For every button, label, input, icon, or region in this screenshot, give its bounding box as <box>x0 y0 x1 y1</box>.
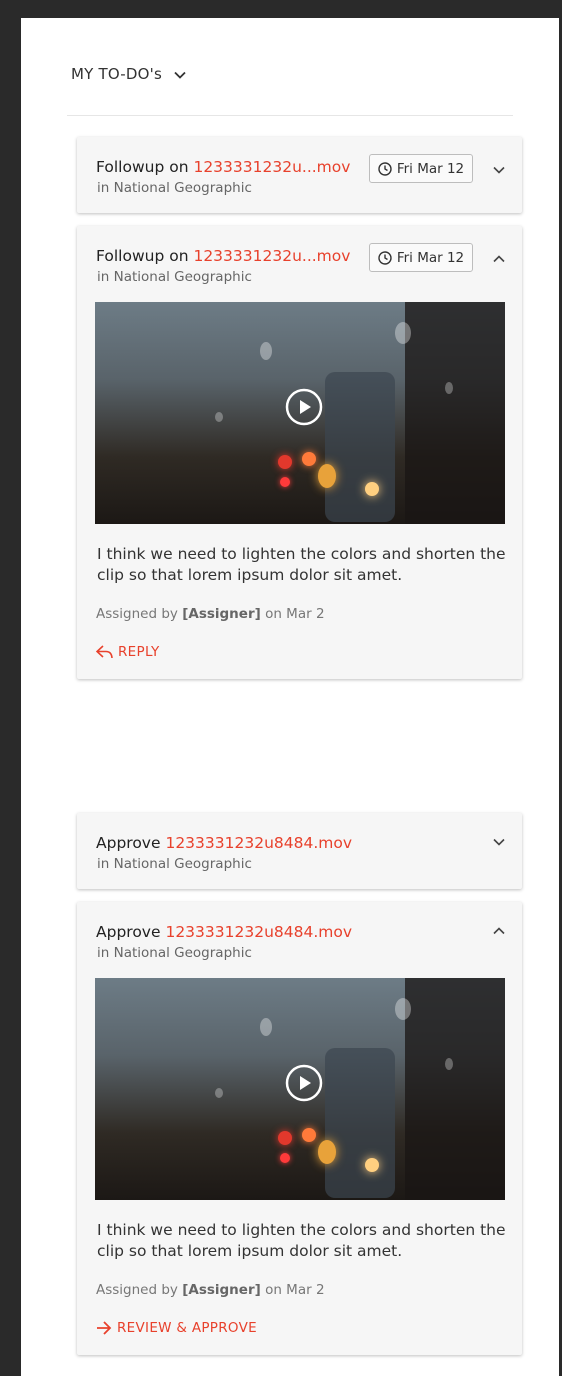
project-name: in National Geographic <box>97 856 252 872</box>
review-approve-label: REVIEW & APPROVE <box>117 1320 257 1336</box>
task-type: Followup on <box>96 158 189 176</box>
video-thumbnail[interactable] <box>95 978 505 1200</box>
bokeh-light <box>365 482 379 496</box>
project-name: in National Geographic <box>97 269 252 285</box>
expand-toggle[interactable] <box>490 833 508 851</box>
project-name: in National Geographic <box>97 180 252 196</box>
task-type: Approve <box>96 834 161 852</box>
due-date-label: Fri Mar 12 <box>396 249 465 266</box>
bokeh-light <box>365 1158 379 1172</box>
bokeh-light <box>280 1153 290 1163</box>
bokeh-light <box>318 464 336 488</box>
play-icon[interactable] <box>285 1064 323 1102</box>
review-approve-button[interactable]: REVIEW & APPROVE <box>96 1320 257 1336</box>
raindrop <box>445 382 453 394</box>
todo-card[interactable]: Followup on 1233331232u...mov in Nationa… <box>77 137 522 213</box>
todo-card-expanded[interactable]: Approve 1233331232u8484.mov in National … <box>77 902 522 1355</box>
raindrop <box>395 998 411 1020</box>
reply-icon <box>96 645 113 659</box>
comment-text: I think we need to lighten the colors an… <box>97 1221 506 1260</box>
collapse-toggle[interactable] <box>490 250 508 268</box>
chevron-up-icon <box>493 255 505 263</box>
bokeh-shadow <box>405 978 505 1200</box>
todo-card[interactable]: Approve 1233331232u8484.mov in National … <box>77 813 522 889</box>
raindrop <box>445 1058 453 1070</box>
assigner-name: [Assigner] <box>182 606 261 622</box>
todo-panel: MY TO-DO's Followup on 1233331232u...mov… <box>21 18 559 1376</box>
chevron-down-icon <box>493 166 505 174</box>
play-icon[interactable] <box>285 388 323 426</box>
file-link[interactable]: 1233331232u8484.mov <box>165 834 352 852</box>
clock-icon <box>378 161 392 176</box>
file-link[interactable]: 1233331232u...mov <box>193 247 350 265</box>
bokeh-light <box>278 455 292 469</box>
card-title: Followup on 1233331232u...mov <box>96 158 350 176</box>
bokeh-light <box>302 1128 316 1142</box>
assigned-prefix: Assigned by <box>96 606 178 622</box>
project-name: in National Geographic <box>97 945 252 961</box>
raindrop <box>260 1018 272 1036</box>
assigned-line: Assigned by [Assigner] on Mar 2 <box>96 1282 325 1298</box>
chevron-down-icon[interactable] <box>174 65 186 83</box>
raindrop <box>215 412 223 422</box>
chevron-down-icon <box>493 838 505 846</box>
todo-card-expanded[interactable]: Followup on 1233331232u...mov in Nationa… <box>77 226 522 679</box>
raindrop <box>215 1088 223 1098</box>
due-date-button[interactable]: Fri Mar 12 <box>369 243 473 272</box>
page-title: MY TO-DO's <box>71 65 162 83</box>
file-link[interactable]: 1233331232u...mov <box>193 158 350 176</box>
raindrop <box>260 342 272 360</box>
task-type: Approve <box>96 923 161 941</box>
header-divider <box>67 115 513 116</box>
bokeh-building <box>325 1048 395 1198</box>
due-date-button[interactable]: Fri Mar 12 <box>369 154 473 183</box>
assigned-date: on Mar 2 <box>265 606 325 622</box>
todos-header[interactable]: MY TO-DO's <box>71 65 186 83</box>
assigner-name: [Assigner] <box>182 1282 261 1298</box>
task-type: Followup on <box>96 247 189 265</box>
bokeh-light <box>278 1131 292 1145</box>
bokeh-light <box>280 477 290 487</box>
collapse-toggle[interactable] <box>490 922 508 940</box>
bokeh-light <box>318 1140 336 1164</box>
clock-icon <box>378 250 392 265</box>
reply-label: REPLY <box>118 644 160 660</box>
bokeh-shadow <box>405 302 505 524</box>
video-thumbnail[interactable] <box>95 302 505 524</box>
card-title: Followup on 1233331232u...mov <box>96 247 350 265</box>
assigned-prefix: Assigned by <box>96 1282 178 1298</box>
due-date-label: Fri Mar 12 <box>396 160 465 177</box>
raindrop <box>395 322 411 344</box>
arrow-right-icon <box>97 1321 112 1335</box>
assigned-line: Assigned by [Assigner] on Mar 2 <box>96 606 325 622</box>
comment-text: I think we need to lighten the colors an… <box>97 545 506 584</box>
assigned-date: on Mar 2 <box>265 1282 325 1298</box>
file-link[interactable]: 1233331232u8484.mov <box>165 923 352 941</box>
expand-toggle[interactable] <box>490 161 508 179</box>
reply-button[interactable]: REPLY <box>96 644 160 660</box>
card-title: Approve 1233331232u8484.mov <box>96 923 352 941</box>
card-title: Approve 1233331232u8484.mov <box>96 834 352 852</box>
bokeh-light <box>302 452 316 466</box>
chevron-up-icon <box>493 927 505 935</box>
bokeh-building <box>325 372 395 522</box>
